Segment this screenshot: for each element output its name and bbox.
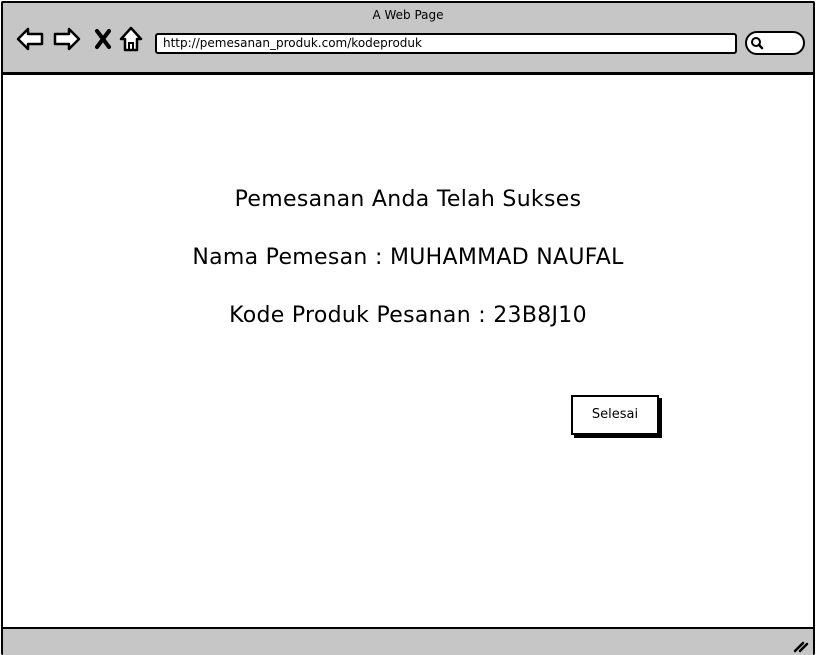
product-code-line: Kode Produk Pesanan : 23B8J10 [229, 303, 587, 328]
browser-window: A Web Page http://pemesanan_produk.com/k… [1, 1, 815, 655]
forward-arrow-icon[interactable] [52, 25, 82, 53]
browser-toolbar: A Web Page http://pemesanan_produk.com/k… [3, 3, 813, 75]
back-arrow-icon[interactable] [15, 25, 45, 53]
window-title: A Web Page [372, 8, 444, 22]
success-heading: Pemesanan Anda Telah Sukses [234, 187, 582, 212]
address-bar[interactable]: http://pemesanan_produk.com/kodeproduk [155, 33, 737, 54]
resize-grip-icon[interactable] [791, 635, 809, 653]
close-x-icon[interactable] [89, 25, 119, 53]
finish-button[interactable]: Selesai [571, 395, 659, 435]
customer-name-line: Nama Pemesan : MUHAMMAD NAUFAL [192, 245, 624, 270]
status-bar [3, 627, 813, 655]
search-icon [751, 37, 764, 50]
page-content: Pemesanan Anda Telah Sukses Nama Pemesan… [3, 75, 813, 627]
search-box[interactable] [745, 31, 805, 55]
home-icon[interactable] [116, 25, 146, 53]
